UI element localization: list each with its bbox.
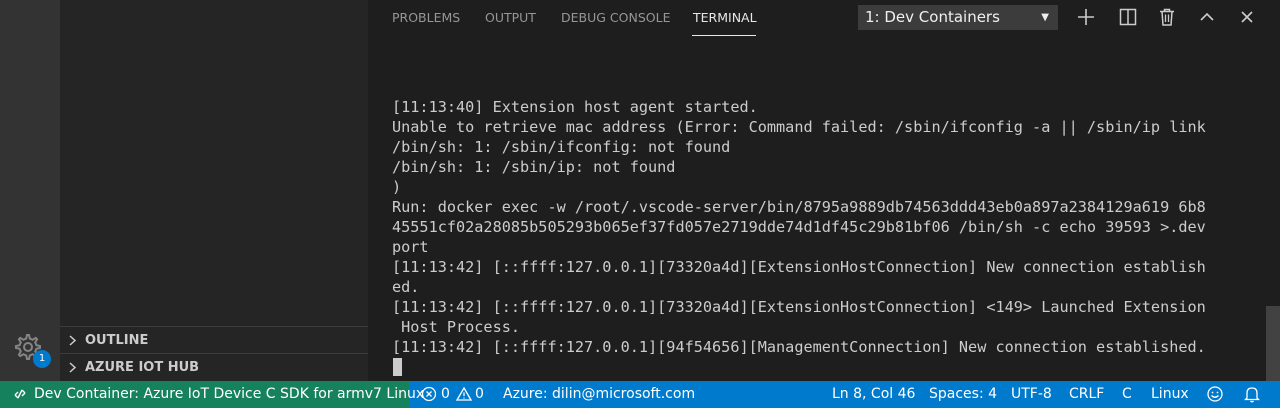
trash-icon[interactable] <box>1156 6 1178 28</box>
tab-problems[interactable]: PROBLEMS <box>392 10 460 25</box>
terminal-panel: PROBLEMS OUTPUT DEBUG CONSOLE TERMINAL 1… <box>368 0 1280 381</box>
error-icon[interactable] <box>421 381 437 408</box>
warning-icon[interactable] <box>455 381 473 408</box>
cursor-position[interactable]: Ln 8, Col 46 <box>832 381 915 408</box>
terminal-line: [11:13:40] Extension host agent started. <box>392 98 758 116</box>
terminal-line: Host Process. <box>392 318 521 336</box>
terminal-line: [11:13:42] [::ffff:127.0.0.1][73320a4d][… <box>392 258 1206 276</box>
indentation[interactable]: Spaces: 4 <box>929 381 997 408</box>
sidebar: OUTLINE AZURE IOT HUB <box>60 0 368 381</box>
os-indicator[interactable]: Linux <box>1151 381 1189 408</box>
terminal-line: ) <box>392 178 402 196</box>
chevron-right-icon <box>67 327 79 354</box>
remote-label: Dev Container: Azure IoT Device C SDK fo… <box>34 386 425 402</box>
terminal-line: /bin/sh: 1: /sbin/ifconfig: not found <box>392 138 731 156</box>
line-ending[interactable]: CRLF <box>1069 381 1104 408</box>
section-label: OUTLINE <box>85 333 149 348</box>
terminal-select[interactable]: 1: Dev Containers ▼ <box>858 5 1058 30</box>
terminal-line: Run: docker exec -w /root/.vscode-server… <box>392 198 1206 216</box>
remote-icon <box>13 381 27 408</box>
tab-debug-console[interactable]: DEBUG CONSOLE <box>561 10 670 25</box>
section-label: AZURE IOT HUB <box>85 360 200 375</box>
terminal-output[interactable]: [11:13:40] Extension host agent started.… <box>392 97 1252 357</box>
chevron-up-icon[interactable] <box>1196 6 1218 28</box>
terminal-select-value: 1: Dev Containers <box>865 8 1000 26</box>
dropdown-arrow-icon: ▼ <box>1041 12 1049 23</box>
bell-icon[interactable] <box>1243 381 1261 408</box>
terminal-line: 45551cf02a28085b505293b065ef37fd057e2719… <box>392 218 1206 236</box>
settings-badge: 1 <box>33 350 51 368</box>
plus-icon[interactable] <box>1075 6 1097 28</box>
status-bar: Dev Container: Azure IoT Device C SDK fo… <box>0 381 1280 408</box>
tab-output[interactable]: OUTPUT <box>485 10 536 25</box>
terminal-cursor <box>393 358 402 376</box>
terminal-line: Unable to retrieve mac address (Error: C… <box>392 118 1206 136</box>
active-tab-indicator <box>692 35 756 36</box>
azure-account[interactable]: Azure: dilin@microsoft.com <box>503 381 695 408</box>
smiley-icon[interactable] <box>1206 381 1224 408</box>
terminal-line: [11:13:42] [::ffff:127.0.0.1][73320a4d][… <box>392 298 1206 316</box>
terminal-line: /bin/sh: 1: /sbin/ip: not found <box>392 158 676 176</box>
close-icon[interactable] <box>1236 6 1258 28</box>
terminal-line: port <box>392 238 429 256</box>
remote-indicator[interactable]: Dev Container: Azure IoT Device C SDK fo… <box>0 381 424 408</box>
language-mode[interactable]: C <box>1122 381 1132 408</box>
section-azure-iot-hub[interactable]: AZURE IOT HUB <box>60 353 368 380</box>
encoding[interactable]: UTF-8 <box>1011 381 1052 408</box>
error-count[interactable]: 0 <box>441 381 450 408</box>
terminal-scrollbar[interactable] <box>1266 306 1280 381</box>
chevron-right-icon <box>67 354 79 381</box>
tab-terminal[interactable]: TERMINAL <box>693 10 757 25</box>
activity-bar: 1 <box>0 0 60 381</box>
terminal-line: ed. <box>392 278 420 296</box>
split-icon[interactable] <box>1117 6 1139 28</box>
terminal-line: [11:13:42] [::ffff:127.0.0.1][94f54656][… <box>392 338 1206 356</box>
warning-count[interactable]: 0 <box>475 381 484 408</box>
section-outline[interactable]: OUTLINE <box>60 326 368 353</box>
